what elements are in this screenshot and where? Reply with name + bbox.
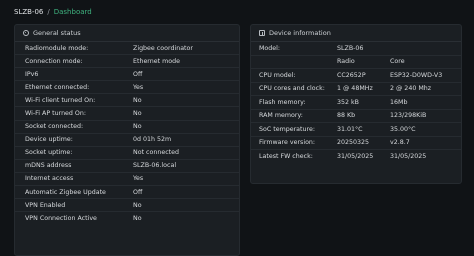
status-row: VPN Connection Active No	[15, 212, 239, 224]
status-row: IPv6 Off	[15, 68, 239, 82]
device-core-value: 123/298KiB	[390, 112, 427, 120]
status-row: mDNS address SLZB-06.local	[15, 160, 239, 173]
status-key: VPN Connection Active	[25, 214, 97, 222]
device-information-header: Device information	[251, 25, 461, 42]
status-value: Off	[133, 188, 143, 196]
breadcrumb-separator: /	[47, 8, 50, 16]
device-key: Firmware version:	[259, 139, 316, 147]
status-key: mDNS address	[25, 162, 72, 170]
device-information-title: Device information	[269, 29, 331, 37]
status-value: SLZB-06.local	[133, 162, 177, 170]
device-key: Flash memory:	[259, 98, 306, 106]
status-value: No	[133, 201, 142, 209]
device-radio-value: 88 Kb	[337, 112, 356, 120]
status-key: Wi-Fi AP turned On:	[25, 110, 87, 118]
device-core-value: ESP32-D0WD-V3	[390, 71, 443, 79]
status-key: Radiomodule mode:	[25, 44, 89, 52]
breadcrumb: SLZB-06 / Dashboard	[0, 0, 474, 24]
device-row: CPU model: CC2652P ESP32-D0WD-V3	[251, 69, 461, 83]
status-key: IPv6	[25, 70, 39, 78]
device-radio-value: CC2652P	[337, 71, 366, 79]
status-key: Internet access	[25, 175, 74, 183]
status-row: Wi-Fi AP turned On: No	[15, 107, 239, 121]
status-value: Not connected	[133, 149, 180, 157]
status-value: Off	[133, 70, 143, 78]
status-row: Ethernet connected: Yes	[15, 81, 239, 95]
status-row: Radiomodule mode: Zigbee coordinator	[15, 42, 239, 56]
device-core-value: v2.8.7	[390, 139, 410, 147]
status-key: Connection mode:	[25, 57, 83, 65]
gear-icon	[23, 30, 29, 36]
status-value: No	[133, 214, 142, 222]
status-value: No	[133, 96, 142, 104]
device-radio-value: 1 @ 48MHz	[337, 85, 373, 93]
device-radio-value: 20250325	[337, 139, 370, 147]
device-row: Latest FW check: 31/05/2025 31/05/2025	[251, 150, 461, 163]
status-row: VPN Enabled No	[15, 199, 239, 213]
device-row: Firmware version: 20250325 v2.8.7	[251, 137, 461, 150]
general-status-title: General status	[33, 29, 81, 37]
device-core-value: Core	[390, 58, 405, 66]
general-status-card: General status Radiomodule mode: Zigbee c…	[14, 24, 240, 256]
device-radio-value: Radio	[337, 58, 355, 66]
device-key: Latest FW check:	[259, 152, 313, 160]
device-core-value: 2 @ 240 Mhz	[390, 85, 432, 93]
device-key: CPU model:	[259, 71, 296, 79]
status-row: Device uptime: 0d 01h 52m	[15, 134, 239, 147]
device-radio-value: 31/05/2025	[337, 152, 374, 160]
device-information-card: Device information Model: SLZB-06 Radio Co…	[250, 24, 462, 184]
device-key: SoC temperature:	[259, 125, 315, 133]
device-row: CPU cores and clock: 1 @ 48MHz 2 @ 240 Mhz	[251, 83, 461, 96]
status-value: No	[133, 110, 142, 118]
status-value: Ethernet mode	[133, 57, 180, 65]
breadcrumb-current[interactable]: Dashboard	[54, 8, 92, 16]
general-status-header: General status	[15, 25, 239, 42]
device-radio-value: 352 kB	[337, 98, 359, 106]
device-row: RAM memory: 88 Kb 123/298KiB	[251, 110, 461, 123]
device-key: RAM memory:	[259, 112, 303, 120]
status-key: Wi-Fi client turned On:	[25, 96, 96, 104]
status-row: Internet access Yes	[15, 173, 239, 187]
device-row: Flash memory: 352 kB 16Mb	[251, 96, 461, 110]
status-row: Socket connected: No	[15, 121, 239, 134]
status-value: Yes	[133, 83, 144, 91]
device-row: Radio Core	[251, 56, 461, 69]
device-key: CPU cores and clock:	[259, 85, 325, 93]
status-key: Socket connected:	[25, 123, 84, 131]
status-value: 0d 01h 52m	[133, 136, 172, 144]
device-radio-value: 31.01°C	[337, 125, 363, 133]
device-radio-value: SLZB-06	[337, 44, 364, 52]
breadcrumb-home[interactable]: SLZB-06	[14, 8, 43, 16]
device-core-value: 31/05/2025	[390, 152, 427, 160]
status-row: Wi-Fi client turned On: No	[15, 94, 239, 108]
status-key: Automatic Zigbee Update	[25, 188, 106, 196]
status-value: Zigbee coordinator	[133, 44, 193, 52]
status-key: Ethernet connected:	[25, 83, 90, 91]
status-value: No	[133, 123, 142, 131]
device-core-value: 35.00°C	[390, 125, 416, 133]
status-value: Yes	[133, 175, 144, 183]
device-key: Model:	[259, 44, 281, 52]
status-key: VPN Enabled	[25, 201, 66, 209]
status-row: Socket uptime: Not connected	[15, 147, 239, 160]
info-icon	[259, 30, 265, 36]
status-key: Device uptime:	[25, 136, 73, 144]
status-key: Socket uptime:	[25, 149, 73, 157]
device-row: SoC temperature: 31.01°C 35.00°C	[251, 123, 461, 137]
device-core-value: 16Mb	[390, 98, 408, 106]
device-row: Model: SLZB-06	[251, 42, 461, 56]
status-row: Automatic Zigbee Update Off	[15, 186, 239, 200]
status-row: Connection mode: Ethernet mode	[15, 55, 239, 69]
